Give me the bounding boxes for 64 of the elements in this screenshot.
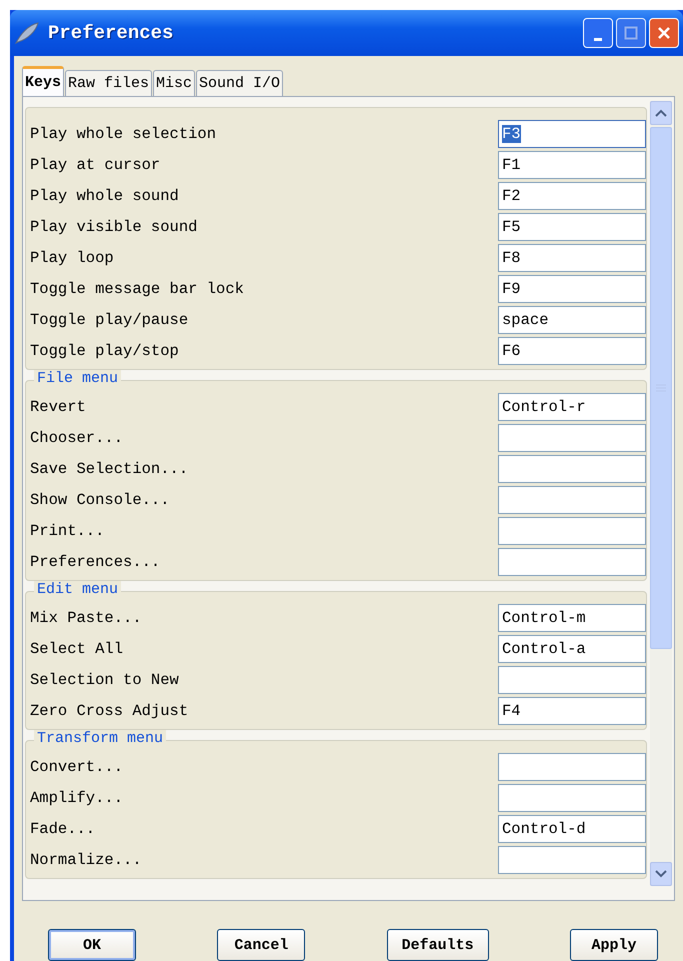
shortcut-label: Toggle play/stop (30, 342, 179, 360)
shortcut-field[interactable] (498, 784, 646, 812)
shortcut-field[interactable]: Control-m (498, 604, 646, 632)
tab[interactable]: Keys (22, 66, 64, 96)
shortcut-label: Mix Paste... (30, 608, 142, 626)
shortcut-field[interactable]: F3 (498, 120, 646, 148)
dialog-button[interactable]: Apply (570, 929, 658, 961)
shortcut-field[interactable] (498, 548, 646, 576)
shortcut-label: Preferences... (30, 552, 160, 570)
scroll-thumb[interactable] (650, 127, 672, 649)
shortcut-field[interactable] (498, 424, 646, 452)
shortcut-field[interactable]: space (498, 306, 646, 334)
minimize-button[interactable] (583, 18, 613, 48)
shortcut-label: Select All (30, 640, 124, 658)
scrollbar[interactable] (650, 101, 672, 886)
maximize-button[interactable] (616, 18, 646, 48)
tab[interactable]: Sound I/O (196, 70, 284, 96)
shortcut-label: Play loop (30, 248, 114, 266)
shortcut-field[interactable]: Control-r (498, 392, 646, 420)
shortcut-field[interactable]: F8 (498, 244, 646, 272)
shortcut-field[interactable] (498, 752, 646, 780)
shortcut-label: Print... (30, 522, 104, 540)
dialog-button[interactable]: Defaults (386, 929, 489, 961)
dialog-button[interactable]: Cancel (217, 929, 306, 961)
minimize-icon (594, 38, 602, 40)
shortcut-label: Normalize... (30, 850, 142, 868)
shortcut-field[interactable]: F5 (498, 212, 646, 240)
tab[interactable]: Raw files (65, 70, 152, 96)
shortcut-field[interactable] (498, 516, 646, 544)
shortcut-label: Play at cursor (30, 156, 160, 174)
shortcut-label: Zero Cross Adjust (30, 702, 188, 720)
shortcut-field[interactable] (498, 666, 646, 694)
shortcut-label: Selection to New (30, 670, 179, 688)
shortcut-field[interactable]: F4 (498, 696, 646, 724)
shortcut-label: Toggle message bar lock (30, 280, 244, 298)
shortcut-label: Save Selection... (30, 460, 188, 478)
shortcut-label: Show Console... (30, 490, 170, 508)
close-button[interactable] (649, 18, 679, 48)
maximize-icon (624, 26, 638, 40)
shortcut-label: Play whole sound (30, 186, 179, 204)
shortcut-field[interactable]: Control-a (498, 634, 646, 662)
scroll-up-icon[interactable] (650, 101, 672, 125)
shortcut-label: Play whole selection (30, 124, 216, 142)
shortcut-field[interactable] (498, 846, 646, 874)
shortcut-field[interactable]: F9 (498, 274, 646, 302)
window-title: Preferences (48, 22, 174, 44)
shortcut-label: Play visible sound (30, 218, 198, 236)
shortcut-field[interactable] (498, 486, 646, 514)
shortcut-label: Convert... (30, 758, 124, 776)
shortcut-field[interactable]: F1 (498, 150, 646, 178)
feather-icon (14, 21, 40, 45)
close-icon (657, 26, 671, 40)
shortcut-field[interactable]: F2 (498, 182, 646, 210)
dialog-button[interactable]: OK (48, 929, 136, 961)
shortcut-label: Amplify... (30, 788, 124, 806)
shortcut-label: Revert (30, 398, 86, 416)
shortcut-field[interactable]: F6 (498, 336, 646, 364)
shortcut-label: Toggle play/pause (30, 310, 188, 328)
shortcut-label: Chooser... (30, 428, 124, 446)
scroll-down-icon[interactable] (650, 862, 672, 886)
tab[interactable]: Misc (153, 70, 196, 96)
shortcut-field[interactable]: Control-d (498, 814, 646, 842)
shortcut-field[interactable] (498, 454, 646, 482)
shortcut-label: Fade... (30, 820, 96, 838)
